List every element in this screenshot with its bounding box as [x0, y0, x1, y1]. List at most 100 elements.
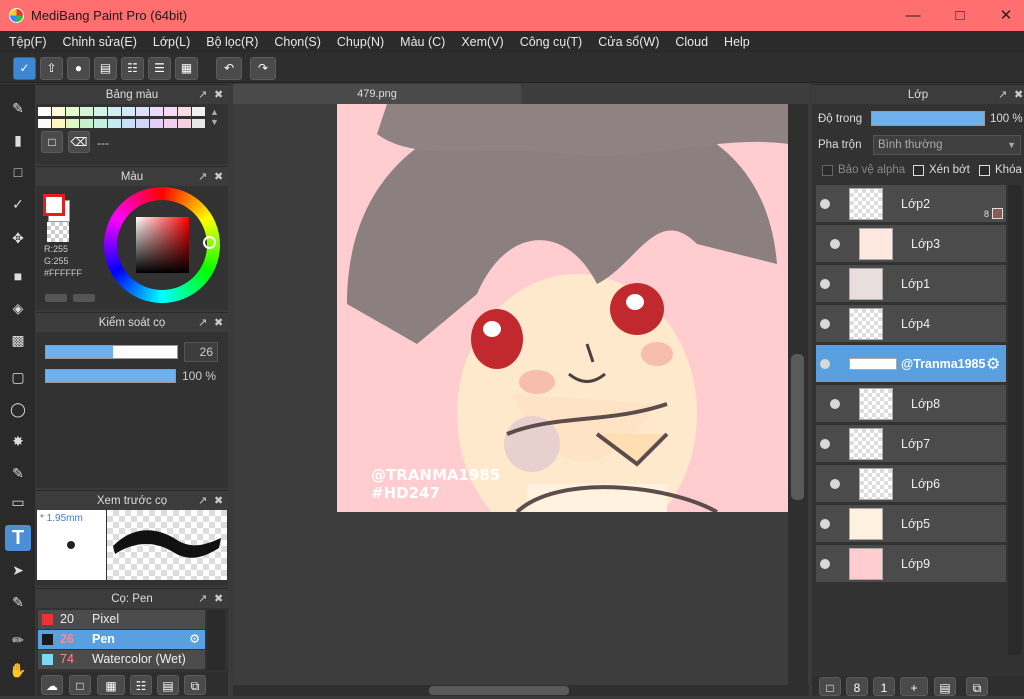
rect-select-tool-icon[interactable]: ▢ [5, 364, 31, 390]
rectangle-tool-icon[interactable]: □ [5, 159, 31, 185]
close-panel-icon[interactable]: ✖ [1014, 85, 1023, 105]
color-mini-button-1[interactable] [45, 294, 67, 302]
saturation-value-square[interactable] [136, 217, 189, 273]
select-pen-tool-icon[interactable]: ✓ [5, 191, 31, 217]
magic-wand-tool-icon[interactable]: ✸ [5, 428, 31, 454]
menu-select[interactable]: Chọn(S) [274, 31, 321, 53]
select-pen2-tool-icon[interactable]: ✎ [5, 460, 31, 486]
hue-selector-handle[interactable] [203, 236, 216, 249]
document-icon[interactable]: ☷ [121, 57, 144, 80]
layer-folder-icon[interactable]: ▤ [934, 677, 956, 696]
speech-bubble-icon[interactable]: ● [67, 57, 90, 80]
close-panel-icon[interactable]: ✖ [214, 167, 223, 187]
text-tool-icon[interactable]: T [5, 525, 31, 551]
popout-icon[interactable]: ↗ [198, 85, 207, 105]
comment-icon[interactable]: ▤ [94, 57, 117, 80]
palette-scroll-down-icon[interactable]: ▼ [210, 117, 219, 127]
add-brush-icon[interactable]: ▦ [97, 675, 125, 695]
palette-swatches[interactable] [38, 107, 205, 129]
foreground-color-swatch[interactable] [43, 194, 65, 216]
eye-icon[interactable] [830, 239, 840, 249]
eye-icon[interactable] [820, 559, 830, 569]
menu-view[interactable]: Xem(V) [461, 31, 503, 53]
new-palette-icon[interactable]: □ [41, 131, 63, 153]
canvas-horizontal-scrollbar[interactable] [233, 685, 809, 696]
eye-icon[interactable] [820, 279, 830, 289]
bucket-tool-icon[interactable]: ◈ [5, 295, 31, 321]
protect-alpha-checkbox[interactable] [822, 165, 833, 176]
undo-icon[interactable]: ↶ [216, 57, 242, 80]
new-1bit-layer-icon[interactable]: 1 [873, 677, 895, 696]
lock-checkbox[interactable] [979, 165, 990, 176]
redo-icon[interactable]: ↷ [250, 57, 276, 80]
menu-layer[interactable]: Lớp(L) [153, 31, 190, 53]
brush-item-pen[interactable]: 26 Pen ⚙ [38, 630, 205, 649]
brush-item-watercolor[interactable]: 74 Watercolor (Wet) [38, 650, 205, 669]
popout-icon[interactable]: ↗ [198, 313, 207, 333]
brush-opacity-slider[interactable] [45, 369, 176, 383]
eye-icon[interactable] [830, 479, 840, 489]
tab-document[interactable]: 479.png [233, 84, 521, 104]
close-panel-icon[interactable]: ✖ [214, 491, 223, 511]
eye-icon[interactable] [820, 359, 830, 369]
layer-item-selected[interactable]: @Tranma1985 ⚙ [816, 345, 1006, 383]
folder-icon[interactable]: ▤ [157, 675, 179, 695]
brush-list-scrollbar[interactable] [207, 610, 225, 670]
share-icon[interactable]: ⇧ [40, 57, 63, 80]
transparent-color-swatch[interactable] [47, 222, 69, 242]
layer-item[interactable]: Lớp6 [816, 465, 1006, 503]
close-icon[interactable]: ✕ [996, 6, 1016, 26]
popout-icon[interactable]: ↗ [198, 167, 207, 187]
new-brush-icon[interactable]: □ [69, 675, 91, 695]
layer-item[interactable]: Lớp4 [816, 305, 1006, 343]
artwork-canvas[interactable]: @TRANMA1985 #HD247 [337, 104, 789, 512]
hand-tool-icon[interactable]: ✋ [5, 657, 31, 683]
cloud-check-icon[interactable]: ✓ [13, 57, 36, 80]
new-8bit-layer-icon[interactable]: 8 [846, 677, 868, 696]
menu-filter[interactable]: Bộ lọc(R) [206, 31, 258, 53]
fill-shape-tool-icon[interactable]: ■ [5, 263, 31, 289]
brush-tool-icon[interactable]: ✎ [5, 95, 31, 121]
close-panel-icon[interactable]: ✖ [214, 589, 223, 609]
menu-edit[interactable]: Chỉnh sửa(E) [63, 31, 137, 53]
eye-icon[interactable] [820, 439, 830, 449]
horizontal-scroll-thumb[interactable] [429, 686, 569, 695]
lasso-tool-icon[interactable]: ◯ [5, 396, 31, 422]
duplicate-layer-icon[interactable]: ⧉ [966, 677, 988, 696]
clip-checkbox[interactable] [913, 165, 924, 176]
popout-icon[interactable]: ↗ [198, 589, 207, 609]
layer-item[interactable]: Lớp9 [816, 545, 1006, 583]
layer-item[interactable]: Lớp3 [816, 225, 1006, 263]
layer-item[interactable]: Lớp5 [816, 505, 1006, 543]
eyedropper-tool-icon[interactable]: ✏ [5, 627, 31, 653]
eraser-tool-icon[interactable]: ▮ [5, 127, 31, 153]
layer-opacity-slider[interactable] [871, 111, 985, 126]
close-panel-icon[interactable]: ✖ [214, 85, 223, 105]
menu-snap[interactable]: Chụp(N) [337, 31, 384, 53]
eye-icon[interactable] [820, 519, 830, 529]
operation-tool-icon[interactable]: ➤ [5, 557, 31, 583]
checklist-icon[interactable]: ☰ [148, 57, 171, 80]
layer-item[interactable]: Lớp7 [816, 425, 1006, 463]
canvas-vertical-scrollbar[interactable] [788, 104, 808, 689]
menu-help[interactable]: Help [724, 31, 750, 53]
color-mini-button-2[interactable] [73, 294, 95, 302]
popout-icon[interactable]: ↗ [198, 491, 207, 511]
brush-item-pixel[interactable]: 20 Pixel [38, 610, 205, 629]
add-layer-menu-icon[interactable]: + [900, 677, 928, 696]
cloud-brush-icon[interactable]: ☁ [41, 675, 63, 695]
layer-list-scrollbar[interactable] [1008, 185, 1022, 655]
gradient-tool-icon[interactable]: ▩ [5, 327, 31, 353]
maximize-icon[interactable]: □ [950, 6, 970, 26]
popout-icon[interactable]: ↗ [998, 85, 1007, 105]
blend-mode-select[interactable]: Bình thường ▼ [873, 135, 1021, 155]
menu-window[interactable]: Cửa sổ(W) [598, 31, 659, 53]
trash-icon[interactable]: ⌫ [68, 131, 90, 153]
menu-tools[interactable]: Công cụ(T) [520, 31, 583, 53]
brush-settings-icon[interactable]: ☷ [130, 675, 152, 695]
layer-item[interactable]: Lớp2 8 [816, 185, 1006, 223]
layer-item[interactable]: Lớp1 [816, 265, 1006, 303]
menu-color[interactable]: Màu (C) [400, 31, 445, 53]
eye-icon[interactable] [820, 199, 830, 209]
layer-item[interactable]: Lớp8 [816, 385, 1006, 423]
